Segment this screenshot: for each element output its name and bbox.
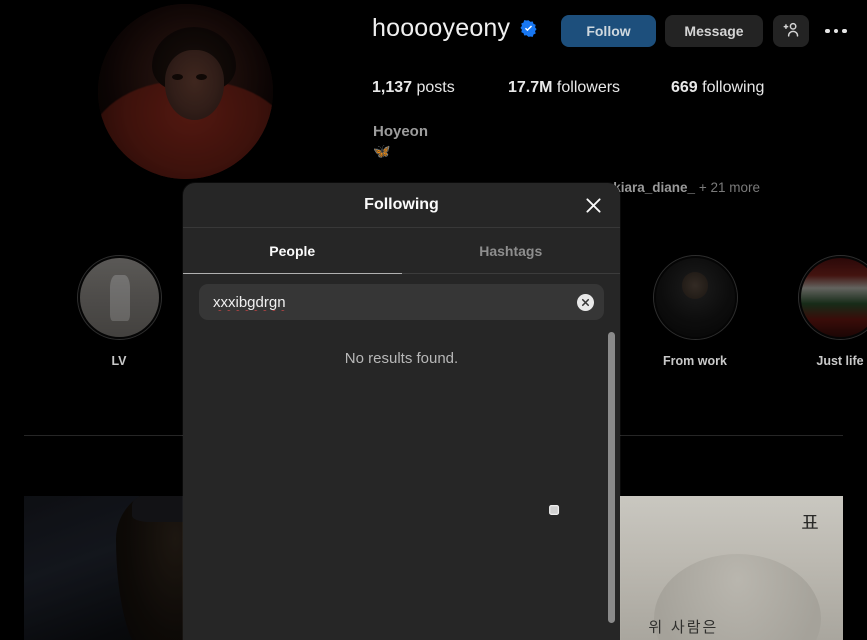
mutual-username[interactable]: kiara_diane_	[613, 180, 695, 195]
stat-posts-value: 1,137	[372, 79, 413, 96]
highlight-dim	[77, 256, 161, 339]
clear-search-icon[interactable]	[577, 293, 594, 311]
highlight-ring	[797, 255, 867, 340]
stat-followers-value: 17.7M	[508, 79, 553, 96]
stat-posts-label: posts	[412, 79, 455, 96]
highlight-ring	[652, 255, 738, 340]
stat-followers-label: followers	[552, 79, 621, 96]
highlight-dim	[798, 256, 867, 339]
more-dot	[842, 28, 847, 34]
search-box[interactable]	[199, 284, 604, 320]
search-input[interactable]	[213, 293, 577, 311]
stat-following[interactable]: 669 following	[671, 79, 764, 97]
avatar-dim-overlay	[98, 4, 273, 179]
more-dot	[833, 28, 839, 34]
verified-badge-icon	[519, 19, 538, 38]
profile-stats: 1,137 posts 17.7M followers 669 followin…	[372, 79, 764, 97]
modal-tab-hashtags[interactable]: Hashtags	[402, 228, 621, 274]
mutual-suffix[interactable]: + 21 more	[695, 180, 760, 195]
highlight-from-work[interactable]: From work	[650, 255, 740, 368]
modal-tabs: People Hashtags	[183, 228, 620, 274]
modal-header: Following	[183, 183, 620, 228]
profile-header: hooooyeony Follow Message 1,137 posts 17…	[0, 0, 867, 195]
highlight-ring	[76, 255, 162, 340]
multi-post-icon	[545, 504, 560, 524]
avatar[interactable]	[98, 4, 273, 179]
modal-tab-people-label: People	[269, 243, 316, 259]
modal-tab-people[interactable]: People	[183, 228, 402, 274]
add-person-button[interactable]	[773, 15, 809, 47]
stat-followers[interactable]: 17.7M followers	[508, 79, 671, 97]
grid-photo-doc-title: 표	[801, 511, 819, 534]
modal-search-section	[183, 274, 620, 328]
highlight-label: Just life	[816, 354, 864, 368]
following-modal: Following People Hashtags xxxibgdrgn No …	[183, 183, 620, 640]
username-row: hooooyeony	[372, 14, 538, 43]
highlight-lv[interactable]: LV	[74, 255, 164, 368]
modal-title: Following	[364, 196, 439, 213]
instagram-profile-page: hooooyeony Follow Message 1,137 posts 17…	[0, 0, 867, 640]
modal-scrollbar[interactable]	[608, 332, 615, 623]
stat-following-label: following	[697, 79, 765, 96]
message-button[interactable]: Message	[665, 15, 763, 47]
close-icon[interactable]	[580, 192, 606, 218]
stat-posts[interactable]: 1,137 posts	[372, 79, 508, 97]
bio-display-name: Hoyeon	[373, 123, 429, 140]
username: hooooyeony	[372, 14, 511, 42]
empty-state-message: No results found.	[344, 350, 459, 367]
grid-photo-doc-subtext: 위 사람은	[648, 618, 719, 637]
modal-tab-active-underline	[183, 272, 402, 274]
modal-scrollbar-thumb[interactable]	[608, 332, 615, 623]
stat-following-value: 669	[671, 79, 698, 96]
profile-picture[interactable]	[98, 4, 273, 179]
highlight-just-life[interactable]: Just life	[795, 255, 867, 368]
bio-text: 🦋	[373, 143, 391, 159]
modal-body: No results found.	[183, 328, 620, 640]
highlight-label: From work	[663, 354, 727, 368]
mutual-followers: y, kiara_diane_ + 21 more	[600, 180, 760, 195]
highlight-dim	[653, 256, 737, 339]
more-options-button[interactable]	[818, 15, 854, 47]
follow-button[interactable]: Follow	[561, 15, 656, 47]
person-plus-icon	[782, 20, 801, 42]
highlight-label: LV	[111, 354, 127, 368]
more-dot	[825, 28, 830, 34]
modal-tab-hashtags-label: Hashtags	[479, 243, 543, 259]
